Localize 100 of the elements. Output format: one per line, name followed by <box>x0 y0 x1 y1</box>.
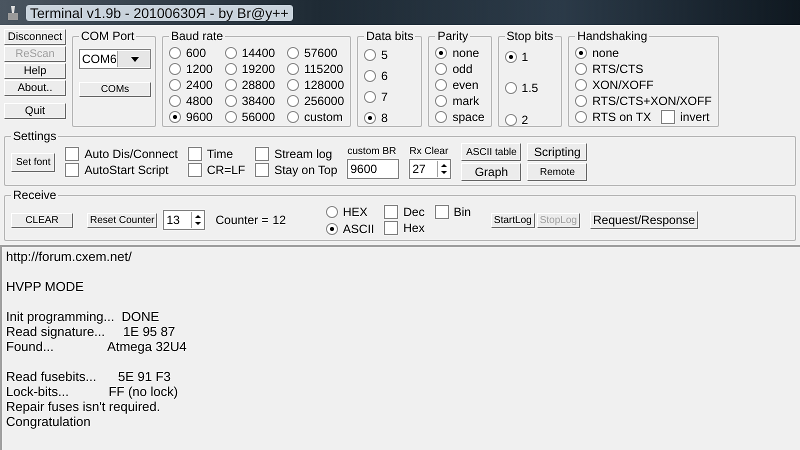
radio-button[interactable] <box>575 46 588 58</box>
radio-button[interactable] <box>287 62 300 74</box>
radio-button[interactable] <box>287 78 300 90</box>
clear-button[interactable]: CLEAR <box>11 212 73 228</box>
radio-label: custom <box>304 110 343 124</box>
radio-button[interactable] <box>224 78 237 90</box>
radio-label: 56000 <box>242 110 276 124</box>
side-button[interactable]: Quit <box>4 103 66 119</box>
radio-button[interactable] <box>435 78 448 90</box>
radio-button[interactable] <box>575 78 588 90</box>
radio-button[interactable] <box>326 222 338 234</box>
field-label: Rx Clear <box>409 146 450 156</box>
radio-label: 1.5 <box>522 81 538 95</box>
request-response-button[interactable]: Request/Response <box>590 211 698 229</box>
coms-button[interactable]: COMs <box>79 82 151 97</box>
checkbox-label: CR=LF <box>206 163 246 177</box>
checkbox[interactable] <box>65 163 80 177</box>
app-icon <box>6 4 20 20</box>
radio-button[interactable] <box>287 110 300 122</box>
radio-button[interactable] <box>224 62 237 74</box>
radio-button[interactable] <box>435 94 448 106</box>
output-line: Repair fuses isn't required. <box>6 399 162 414</box>
checkbox-label: AutoStart Script <box>84 163 169 177</box>
radio-label: odd <box>452 62 473 76</box>
radio-button[interactable] <box>287 94 300 106</box>
settings-button[interactable]: Remote <box>527 163 588 181</box>
settings-button[interactable]: Scripting <box>527 143 588 161</box>
checkbox[interactable] <box>384 221 398 235</box>
start-log-button[interactable]: StartLog <box>490 212 535 228</box>
radio-button[interactable] <box>575 94 588 106</box>
radio-button[interactable] <box>169 110 181 122</box>
radio-button[interactable] <box>169 94 181 106</box>
checkbox-label: Time <box>206 147 234 161</box>
radio-label: none <box>452 46 480 60</box>
custom-br-field[interactable]: 9600 <box>347 158 400 178</box>
settings-button[interactable]: ASCII table <box>461 143 522 161</box>
radio-label: 5 <box>381 48 388 62</box>
radio-button[interactable] <box>169 78 181 90</box>
group-title: Stop bits <box>506 29 554 43</box>
reset-counter-button[interactable]: Reset Counter <box>87 212 158 228</box>
checkbox[interactable] <box>188 147 202 161</box>
radio-label: RTS/CTS <box>592 62 644 76</box>
radio-button[interactable] <box>169 62 181 74</box>
group-title: Data bits <box>365 29 414 43</box>
checkbox[interactable] <box>384 205 398 219</box>
radio-label: HEX <box>342 204 368 218</box>
checkbox[interactable] <box>65 147 80 161</box>
output-line: Found... Atmega 32U4 <box>6 339 188 354</box>
output-line: http://forum.cxem.net/ <box>6 249 133 264</box>
radio-button[interactable] <box>224 46 237 58</box>
radio-button[interactable] <box>504 50 517 62</box>
radio-button[interactable] <box>435 62 448 74</box>
counter-value: 12 <box>272 213 286 227</box>
radio-label: 600 <box>186 46 206 60</box>
radio-button[interactable] <box>287 46 300 58</box>
counter-field[interactable]: 13 <box>163 210 206 230</box>
group-title: Settings <box>12 129 58 143</box>
radio-button[interactable] <box>326 206 338 218</box>
checkbox[interactable] <box>255 147 270 161</box>
radio-button[interactable] <box>364 48 376 60</box>
radio-button[interactable] <box>224 110 237 122</box>
side-button[interactable]: Help <box>4 63 66 79</box>
radio-label: 6 <box>381 68 388 82</box>
checkbox[interactable] <box>434 205 449 219</box>
radio-label: 19200 <box>242 62 276 76</box>
radio-button[interactable] <box>169 46 181 58</box>
port-dropdown[interactable]: COM6 <box>79 49 151 69</box>
rx-clear-field[interactable]: 27 <box>409 158 452 178</box>
output-line: Congratulation <box>6 414 92 429</box>
checkbox[interactable] <box>255 163 270 177</box>
radio-label: 28800 <box>242 78 276 92</box>
radio-button[interactable] <box>504 114 517 126</box>
checkbox-label: Stream log <box>274 147 332 161</box>
radio-label: 4800 <box>186 94 213 108</box>
side-button[interactable]: Disconnect <box>4 29 66 45</box>
checkbox-label: Bin <box>454 205 471 219</box>
checkbox-label: Hex <box>403 221 425 235</box>
output-line: Lock-bits... FF (no lock) <box>6 384 179 399</box>
field-label: custom BR <box>347 146 398 156</box>
radio-button[interactable] <box>364 70 376 82</box>
set-font-button[interactable]: Set font <box>11 152 56 172</box>
radio-button[interactable] <box>435 110 448 122</box>
radio-label: 1 <box>522 50 528 64</box>
checkbox[interactable] <box>188 163 202 177</box>
group-title: Parity <box>436 29 470 43</box>
settings-button[interactable]: Graph <box>461 163 522 181</box>
radio-button[interactable] <box>504 82 517 94</box>
radio-label: XON/XOFF <box>592 78 654 92</box>
radio-button[interactable] <box>224 94 237 106</box>
radio-button[interactable] <box>364 112 376 124</box>
radio-button[interactable] <box>575 110 588 122</box>
radio-button[interactable] <box>575 62 588 74</box>
output-line: HVPP MODE <box>6 279 85 294</box>
checkbox[interactable] <box>661 110 676 124</box>
radio-button[interactable] <box>435 46 448 58</box>
output-line: Read fusebits... 5E 91 F3 <box>6 369 172 384</box>
radio-button[interactable] <box>364 90 376 102</box>
side-button[interactable]: About.. <box>4 80 66 96</box>
radio-label: ASCII <box>342 222 374 236</box>
window-title: Terminal v1.9b - 20100630Я - by Br@y++ <box>26 4 293 20</box>
